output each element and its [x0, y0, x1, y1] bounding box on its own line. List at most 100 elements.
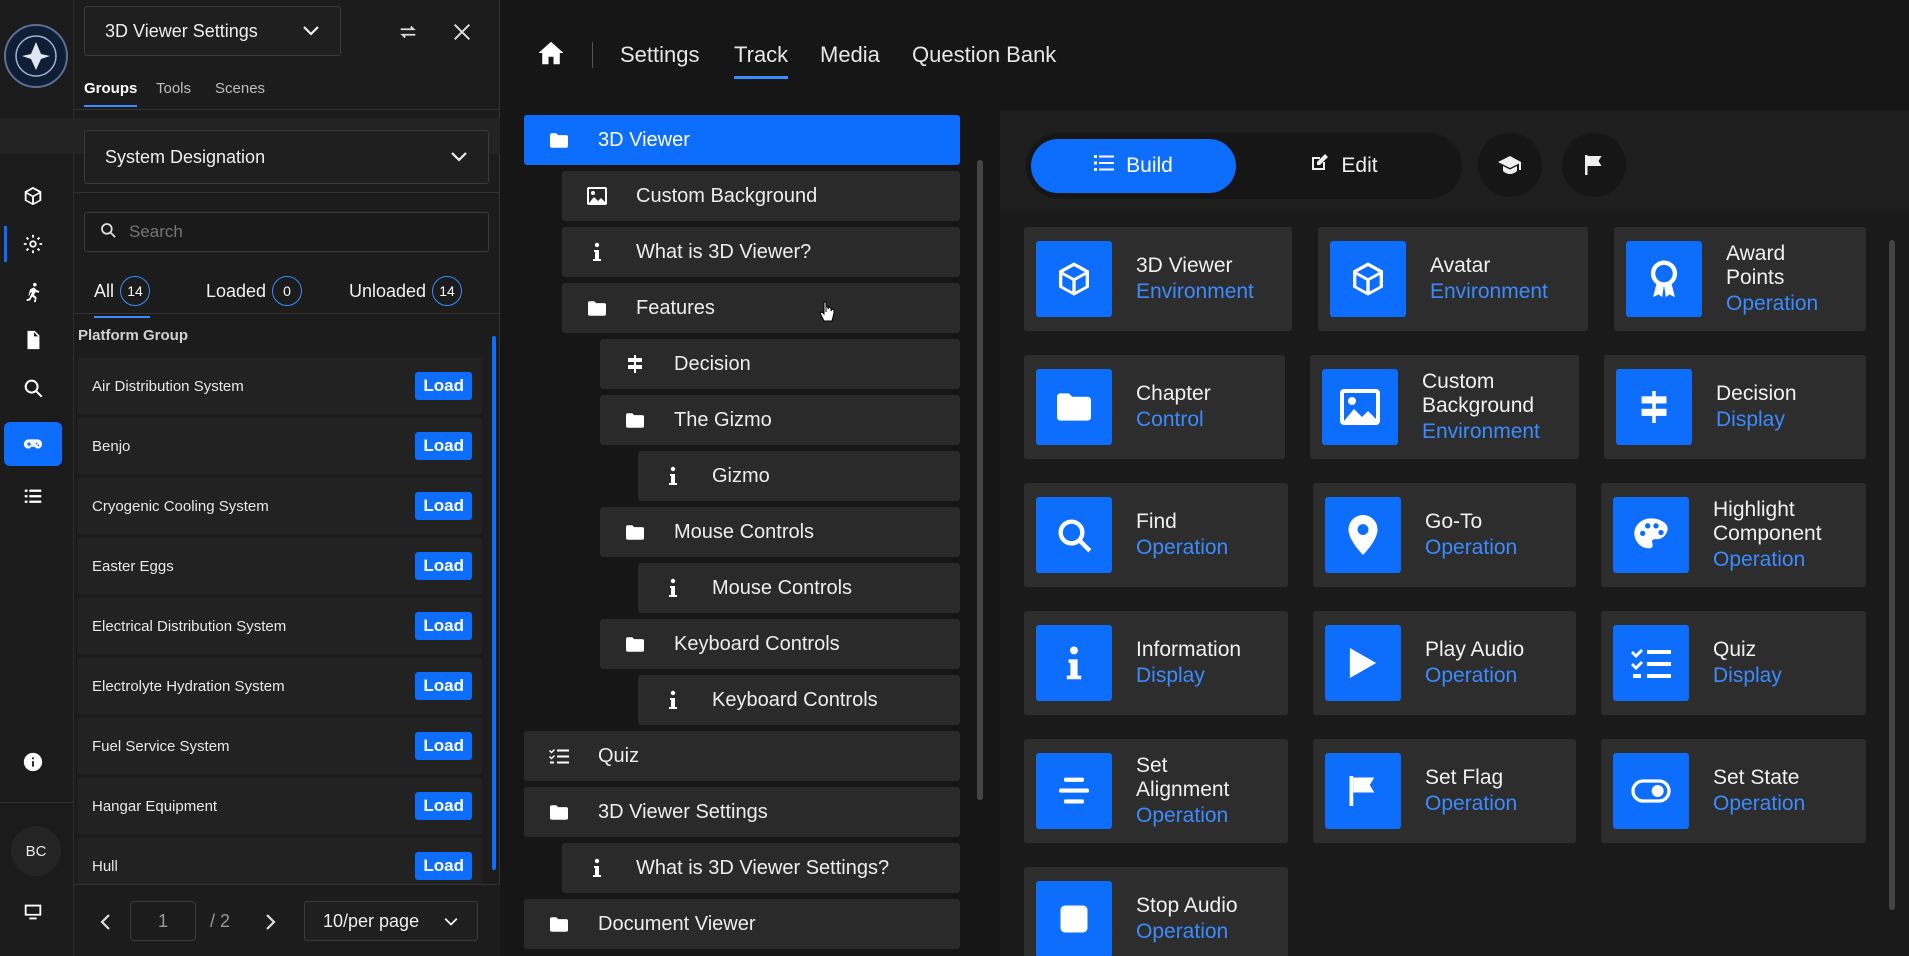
- folder-icon: [586, 300, 608, 316]
- filter-unloaded[interactable]: Unloaded 14: [349, 276, 463, 316]
- per-page-select[interactable]: 10/per page: [304, 901, 478, 941]
- home-icon[interactable]: [536, 38, 566, 68]
- card-category: Display: [1716, 408, 1785, 431]
- card-award-points[interactable]: Award Points Operation: [1614, 227, 1866, 331]
- page-input[interactable]: 1: [130, 901, 196, 941]
- load-button[interactable]: Load: [415, 792, 472, 820]
- load-button[interactable]: Load: [415, 732, 472, 760]
- card-play-audio[interactable]: Play Audio Operation: [1313, 611, 1576, 715]
- nav-question-bank[interactable]: Question Bank: [912, 42, 1056, 68]
- document-icon[interactable]: [4, 318, 62, 362]
- tree-node[interactable]: Gizmo: [638, 451, 960, 501]
- app-root: BC 3D Viewer Settings Groups Tools Scene…: [0, 0, 1909, 956]
- card-information[interactable]: Information Display: [1024, 611, 1288, 715]
- load-button[interactable]: Load: [415, 372, 472, 400]
- card-category: Operation: [1425, 664, 1518, 687]
- tree-node[interactable]: Decision: [600, 339, 960, 389]
- tree-node-label: Decision: [674, 352, 751, 375]
- load-button[interactable]: Load: [415, 672, 472, 700]
- card-category: Operation: [1425, 536, 1518, 559]
- card-stop-audio[interactable]: Stop Audio Operation: [1024, 867, 1288, 956]
- flag-icon[interactable]: [1562, 133, 1626, 197]
- count-badge: 14: [120, 276, 151, 306]
- filter-all[interactable]: All 14: [94, 276, 151, 318]
- cube-icon[interactable]: [4, 174, 62, 218]
- card-category: Operation: [1136, 536, 1229, 559]
- tab-groups[interactable]: Groups: [84, 80, 138, 107]
- card-name: Quiz: [1713, 638, 1757, 661]
- group-select[interactable]: System Designation: [84, 130, 489, 184]
- card-category: Environment: [1430, 280, 1548, 303]
- list-item: Electrolyte Hydration System Load: [78, 658, 482, 714]
- palette-icon: [1613, 497, 1689, 573]
- tree-node-label: Keyboard Controls: [712, 688, 878, 711]
- tree-node[interactable]: Mouse Controls: [600, 507, 960, 557]
- grid-scrollbar[interactable]: [1889, 240, 1895, 910]
- load-button[interactable]: Load: [415, 432, 472, 460]
- tree-node[interactable]: Quiz: [524, 731, 960, 781]
- viewer-settings-dropdown[interactable]: 3D Viewer Settings: [84, 6, 341, 56]
- card-name: Play Audio: [1425, 638, 1525, 661]
- build-button[interactable]: Build: [1031, 139, 1236, 193]
- chevron-right-icon[interactable]: [256, 905, 286, 939]
- card-avatar[interactable]: Avatar Environment: [1318, 227, 1588, 331]
- nav-settings[interactable]: Settings: [620, 42, 700, 68]
- tab-tools[interactable]: Tools: [156, 80, 191, 105]
- edit-button[interactable]: Edit: [1241, 139, 1446, 193]
- card-set-state[interactable]: Set State Operation: [1601, 739, 1866, 843]
- avatar[interactable]: BC: [11, 826, 61, 876]
- load-button[interactable]: Load: [415, 552, 472, 580]
- filter-loaded[interactable]: Loaded 0: [206, 276, 303, 316]
- load-button[interactable]: Load: [415, 612, 472, 640]
- card-highlight-component[interactable]: Highlight Component Operation: [1601, 483, 1866, 587]
- track-tree: 3D Viewer Custom Background What is 3D V…: [500, 110, 1000, 956]
- page-total: / 2: [210, 911, 231, 931]
- tree-node[interactable]: 3D Viewer Settings: [524, 787, 960, 837]
- chevron-left-icon[interactable]: [90, 905, 120, 939]
- card-decision[interactable]: Decision Display: [1604, 355, 1866, 459]
- tree-node[interactable]: Keyboard Controls: [638, 675, 960, 725]
- card-find[interactable]: Find Operation: [1024, 483, 1288, 587]
- tree-node[interactable]: Document Viewer: [524, 899, 960, 949]
- settings-icon[interactable]: [4, 222, 62, 266]
- tree-node[interactable]: Mouse Controls: [638, 563, 960, 613]
- card-go-to[interactable]: Go-To Operation: [1313, 483, 1576, 587]
- monitor-icon[interactable]: [4, 890, 62, 934]
- load-button[interactable]: Load: [415, 492, 472, 520]
- tree-node[interactable]: What is 3D Viewer?: [562, 227, 960, 277]
- tree-node[interactable]: What is 3D Viewer Settings?: [562, 843, 960, 893]
- tree-node[interactable]: Custom Background: [562, 171, 960, 221]
- list-scrollbar[interactable]: [492, 336, 496, 870]
- list-icon[interactable]: [4, 474, 62, 518]
- card-chapter[interactable]: Chapter Control: [1024, 355, 1285, 459]
- info-icon[interactable]: [4, 740, 62, 784]
- tree-node[interactable]: Keyboard Controls: [600, 619, 960, 669]
- refresh-icon[interactable]: [390, 14, 426, 50]
- tree-node-label: 3D Viewer: [598, 128, 690, 151]
- toggle-icon: [1613, 753, 1689, 829]
- close-icon[interactable]: [444, 14, 480, 50]
- card-name: Find: [1136, 510, 1177, 533]
- system-name: Hull: [92, 857, 118, 875]
- gamepad-icon[interactable]: [4, 422, 62, 466]
- list-item: Hangar Equipment Load: [78, 778, 482, 834]
- graduation-cap-icon[interactable]: [1478, 133, 1542, 197]
- nav-media[interactable]: Media: [820, 42, 880, 68]
- group-title: Platform Group: [78, 327, 189, 344]
- tree-scrollbar[interactable]: [977, 160, 983, 800]
- nav-track[interactable]: Track: [734, 42, 789, 79]
- card-3d-viewer[interactable]: 3D Viewer Environment: [1024, 227, 1292, 331]
- search-input[interactable]: [129, 222, 459, 242]
- load-button[interactable]: Load: [415, 852, 472, 880]
- card-quiz[interactable]: Quiz Display: [1601, 611, 1866, 715]
- tree-node[interactable]: Features: [562, 283, 960, 333]
- tree-node[interactable]: 3D Viewer: [524, 115, 960, 165]
- card-set-flag[interactable]: Set Flag Operation: [1313, 739, 1576, 843]
- search-icon[interactable]: [4, 366, 62, 410]
- system-name: Electrical Distribution System: [92, 617, 287, 635]
- card-set-alignment[interactable]: Set Alignment Operation: [1024, 739, 1288, 843]
- tab-scenes[interactable]: Scenes: [215, 80, 265, 105]
- card-custom-background[interactable]: Custom Background Environment: [1310, 355, 1579, 459]
- tree-node[interactable]: The Gizmo: [600, 395, 960, 445]
- running-person-icon[interactable]: [4, 270, 62, 314]
